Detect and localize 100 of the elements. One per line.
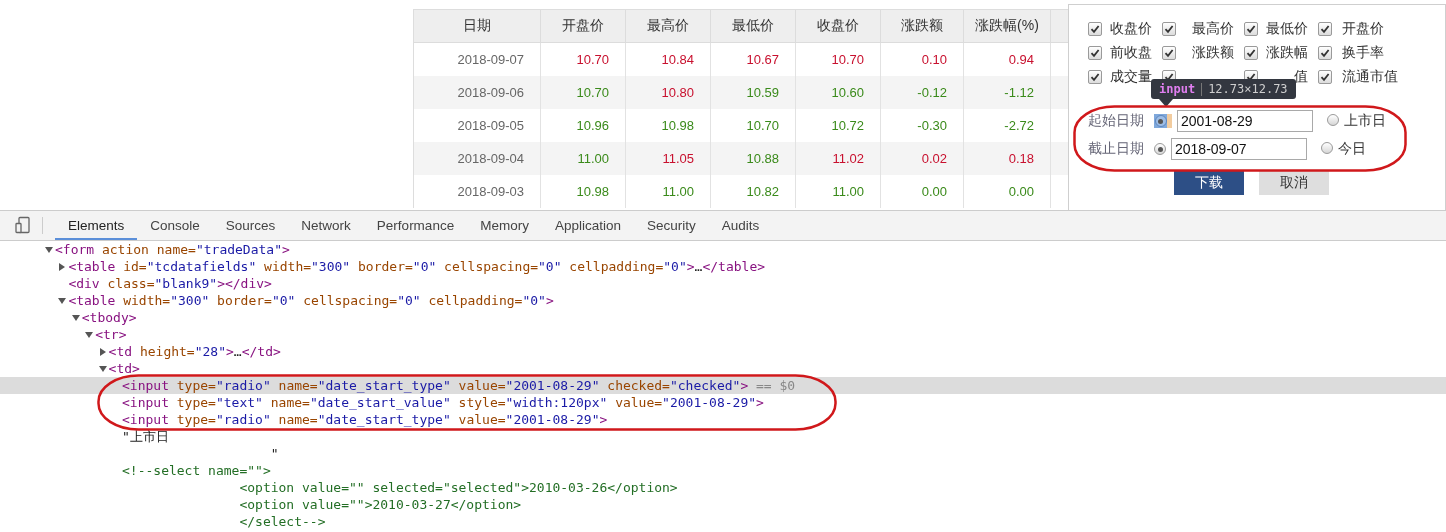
radio-button[interactable] [1321,142,1333,154]
column-header: 最高价 [626,10,711,43]
caret-down-icon[interactable] [85,331,94,338]
caret-right-icon[interactable] [99,347,106,356]
table-cell: 0.00 [964,175,1051,208]
checkbox-label: 值 [1294,68,1308,86]
code-line: <tr> [95,326,127,343]
table-cell: 2018-09-06 [414,76,541,109]
checkbox[interactable] [1162,46,1176,60]
checkbox[interactable] [1088,22,1102,36]
table-cell: 10.70 [541,76,626,109]
code-line: <tbody> [81,309,137,326]
checkbox-label: 最低价 [1266,20,1308,38]
checkbox[interactable] [1318,46,1332,60]
code-line: <input type="radio" name="date_start_type" value="2001-08-29"> [122,411,608,428]
code-row[interactable]: "上市日 " [0,428,1446,462]
table-cell: 10.88 [711,142,796,175]
code-line: <table id="tcdatafields" width="300" border="0" cellspacing="0" cellpadding="0">…</table> [68,258,766,275]
code-line: "上市日 " [122,428,279,462]
checkbox-label: 最高价 [1192,20,1234,38]
checkbox[interactable] [1088,70,1102,84]
table-cell: 10.60 [796,76,881,109]
table-cell: 10.82 [711,175,796,208]
code-row[interactable]: <form action name="tradeData"> [0,241,1446,258]
checkbox-label: 成交量 [1110,68,1152,86]
checkbox-label: 换手率 [1342,44,1384,62]
code-line: <table width="300" border="0" cellspacing="0" cellpadding="0"> [68,292,554,309]
code-row[interactable]: <input type="radio" name="date_start_type" value="2001-08-29" checked="checked"> == $0 [0,377,1446,394]
checkbox-label: 前收盘 [1110,44,1152,62]
radio-button[interactable] [1327,114,1339,126]
code-row[interactable]: <tbody> [0,309,1446,326]
radio-button[interactable] [1154,115,1167,127]
code-row[interactable]: <!--select name=""> <option value="" selected="selected">2010-03-26</option> <option value="">2010-03-27</option> </select--> [0,462,1446,530]
date-field[interactable]: 2001-08-29 [1177,110,1313,132]
devtools-tab[interactable]: Memory [467,211,542,240]
code-row[interactable]: <td> [0,360,1446,377]
checkbox[interactable] [1162,22,1176,36]
table-cell: 2018-09-03 [414,175,541,208]
checkbox-label: 流通市值 [1342,68,1398,86]
table-cell: 11.00 [796,175,881,208]
date-label: 起始日期 [1088,112,1145,130]
code-line: <input type="radio" name="date_start_type" value="2001-08-29" checked="checked"> == $0 [122,377,796,394]
table-cell: 2018-09-04 [414,142,541,175]
table-cell: 0.02 [881,142,964,175]
radio-label: 上市日 [1344,112,1386,130]
code-line: <td> [108,360,140,377]
devtools-tab[interactable]: Audits [708,211,773,240]
devtools-tab[interactable]: Console [137,211,213,240]
checkbox-label: 收盘价 [1110,20,1152,38]
device-toolbar-icon[interactable] [14,216,32,234]
date-label: 截止日期 [1088,140,1145,158]
checkbox[interactable] [1244,46,1258,60]
table-cell: 0.00 [881,175,964,208]
code-line: <div class="blank9"></div> [68,275,272,292]
code-row[interactable]: <input type="radio" name="date_start_type" value="2001-08-29"> [0,411,1446,428]
code-row[interactable]: <table width="300" border="0" cellspacing="0" cellpadding="0"> [0,292,1446,309]
download-button[interactable]: 下载 [1174,171,1244,195]
code-line: <form action name="tradeData"> [55,241,290,258]
devtools-tab[interactable]: Application [541,211,634,240]
code-row[interactable]: <input type="text" name="date_start_value" style="width:120px" value="2001-08-29"> [0,394,1446,411]
devtools-tab[interactable]: Security [633,211,709,240]
column-header: 收盘价 [796,10,881,43]
table-cell: 11.05 [626,142,711,175]
radio-label: 今日 [1338,140,1366,158]
code-line: <!--select name=""> <option value="" selected="selected">2010-03-26</option> <option value="">2010-03-27</option> </select--> [122,462,678,530]
code-row[interactable]: <td height="28">…</td> [0,343,1446,360]
code-row[interactable]: <div class="blank9"></div> [0,275,1446,292]
code-row[interactable]: <table id="tcdatafields" width="300" border="0" cellspacing="0" cellpadding="0">…</table> [0,258,1446,275]
code-line: <td height="28">…</td> [108,343,281,360]
devtools-tab[interactable]: Sources [212,211,289,240]
code-row[interactable]: <tr> [0,326,1446,343]
table-cell: -0.12 [881,76,964,109]
column-header: 日期 [414,10,541,43]
table-cell: 10.59 [711,76,796,109]
caret-down-icon[interactable] [71,314,80,321]
checkbox[interactable] [1318,70,1332,84]
checkbox[interactable] [1088,46,1102,60]
cancel-button[interactable]: 取消 [1259,171,1329,195]
checkbox-label: 涨跌额 [1192,44,1234,62]
caret-right-icon[interactable] [59,262,66,271]
table-cell: 10.98 [541,175,626,208]
table-cell: 11.00 [541,142,626,175]
checkbox[interactable] [1244,22,1258,36]
radio-button[interactable] [1154,143,1166,155]
table-cell: 10.80 [626,76,711,109]
caret-down-icon[interactable] [98,365,107,372]
devtools-tab[interactable]: Network [288,211,364,240]
devtools-tab[interactable]: Elements [55,211,138,240]
caret-down-icon[interactable] [58,297,67,304]
column-header: 涨跌额 [881,10,964,43]
caret-down-icon[interactable] [45,246,53,253]
checkbox[interactable] [1318,22,1332,36]
table-cell: 0.18 [964,142,1051,175]
table-cell: 11.02 [796,142,881,175]
checkbox-label: 开盘价 [1342,20,1384,38]
code-line: <input type="text" name="date_start_value" style="width:120px" value="2001-08-29"> [122,394,764,411]
date-field[interactable]: 2018-09-07 [1171,138,1307,160]
table-cell: 11.00 [626,175,711,208]
tooltip-tag: input [1159,82,1196,96]
devtools-tab[interactable]: Performance [363,211,468,240]
